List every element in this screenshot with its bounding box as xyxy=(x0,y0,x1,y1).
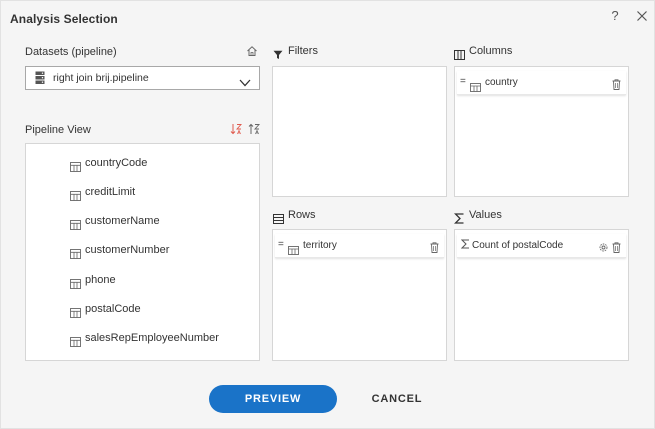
drag-handle-icon[interactable]: = xyxy=(460,76,466,87)
table-column-icon xyxy=(70,217,81,235)
table-column-icon xyxy=(288,242,299,260)
table-column-icon xyxy=(470,79,481,97)
filter-icon xyxy=(273,47,283,65)
trash-icon[interactable] xyxy=(612,77,621,95)
pipeline-field-label: creditLimit xyxy=(85,186,136,198)
sort-desc-icon xyxy=(230,124,243,135)
rows-icon xyxy=(273,211,284,229)
table-column-icon xyxy=(70,159,81,177)
pipeline-field-label: customerNumber xyxy=(85,244,170,256)
filters-header: Filters xyxy=(273,45,393,59)
columns-drop-zone[interactable]: = country xyxy=(454,66,629,197)
sort-controls xyxy=(230,122,262,136)
rows-header: Rows xyxy=(273,209,393,224)
columns-header: Columns xyxy=(454,45,574,60)
values-drop-zone[interactable]: Count of postalCode xyxy=(454,229,629,361)
dataset-select[interactable]: right join brij.pipeline xyxy=(25,66,260,90)
help-button[interactable]: ? xyxy=(607,8,623,26)
values-field-chip[interactable]: Count of postalCode xyxy=(457,234,626,258)
values-header: Values xyxy=(453,209,574,224)
cancel-button[interactable]: CANCEL xyxy=(357,385,437,413)
close-button[interactable] xyxy=(634,8,650,26)
trash-icon[interactable] xyxy=(612,240,621,258)
drag-handle-icon[interactable]: = xyxy=(278,239,284,250)
filters-label: Filters xyxy=(288,45,318,57)
analysis-selection-dialog: Analysis Selection ? Datasets (pipeline) xyxy=(0,0,655,429)
columns-label: Columns xyxy=(469,45,513,57)
filters-drop-zone[interactable] xyxy=(272,66,447,197)
dialog-title: Analysis Selection xyxy=(10,12,118,26)
pipeline-field-label: salesRepEmployeeNumber xyxy=(85,332,219,344)
rows-field-label: territory xyxy=(303,240,337,251)
pipeline-field-label: customerName xyxy=(85,215,160,227)
pipeline-field-label: postalCode xyxy=(85,303,141,315)
gear-icon[interactable] xyxy=(598,240,609,258)
sort-descending-button[interactable] xyxy=(248,122,261,140)
sort-asc-icon xyxy=(248,123,261,135)
pipeline-view-label: Pipeline View xyxy=(25,124,91,136)
columns-icon xyxy=(454,47,465,65)
table-column-icon xyxy=(70,305,81,323)
dataset-select-value: right join brij.pipeline xyxy=(53,72,149,84)
columns-field-chip[interactable]: = country xyxy=(457,71,626,95)
sigma-icon xyxy=(453,211,465,229)
table-column-icon xyxy=(70,334,81,352)
home-button[interactable] xyxy=(246,44,258,62)
sum-icon xyxy=(460,239,470,252)
home-icon xyxy=(247,46,257,56)
rows-field-chip[interactable]: = territory xyxy=(275,234,444,258)
columns-field-label: country xyxy=(485,77,518,88)
pipeline-field-label: countryCode xyxy=(85,157,148,169)
rows-drop-zone[interactable]: = territory xyxy=(272,229,447,361)
preview-button[interactable]: PREVIEW xyxy=(209,385,337,413)
sort-ascending-button[interactable] xyxy=(230,122,243,140)
trash-icon[interactable] xyxy=(430,240,439,258)
chevron-down-icon xyxy=(239,74,251,92)
pipeline-view-panel: countryCode creditLimit customerName cus… xyxy=(25,143,260,361)
dialog-titlebar: Analysis Selection ? xyxy=(1,1,654,35)
values-field-label: Count of postalCode xyxy=(472,240,564,251)
close-icon xyxy=(637,11,647,21)
table-column-icon xyxy=(70,276,81,294)
table-column-icon xyxy=(70,246,81,264)
values-label: Values xyxy=(469,209,502,221)
rows-label: Rows xyxy=(288,209,316,221)
datasets-label: Datasets (pipeline) xyxy=(25,46,117,58)
pipeline-field-label: phone xyxy=(85,274,116,286)
table-column-icon xyxy=(70,188,81,206)
database-icon xyxy=(35,71,45,90)
